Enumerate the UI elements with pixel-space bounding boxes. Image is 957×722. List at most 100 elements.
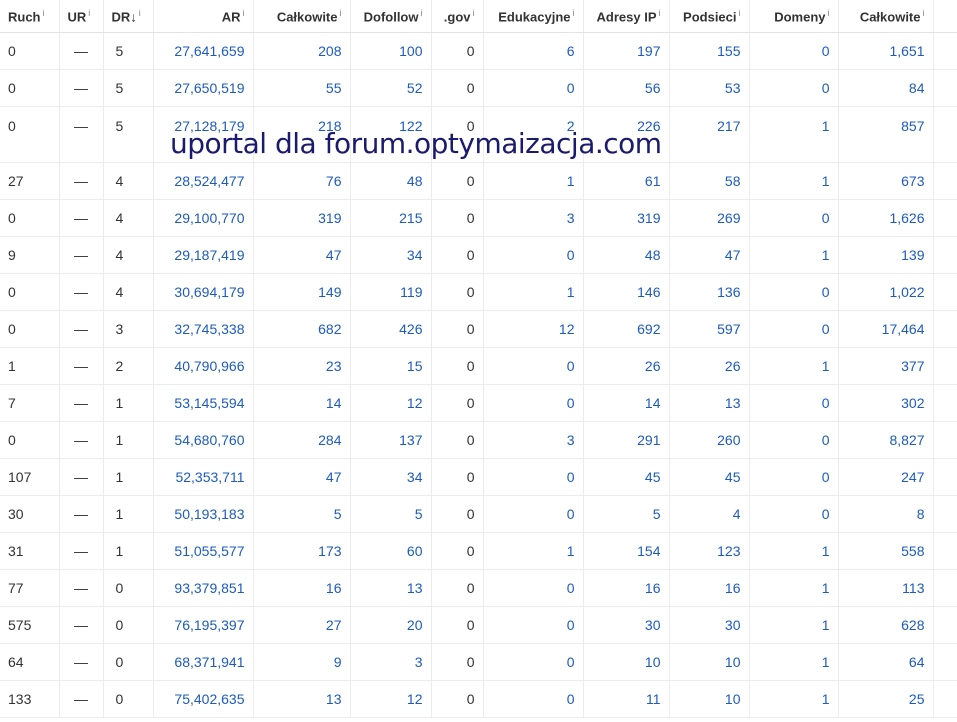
cell-calkowite[interactable]: 47 xyxy=(253,458,351,496)
info-icon[interactable]: i xyxy=(139,8,141,18)
cell-podsieci[interactable]: 10 xyxy=(669,643,750,681)
cell-dofollow[interactable]: 52 xyxy=(350,69,432,107)
cell-adresy-ip[interactable]: 26 xyxy=(583,347,670,385)
cell-domeny[interactable]: 1 xyxy=(749,162,839,200)
cell-podsieci[interactable]: 45 xyxy=(669,458,750,496)
col-header-ur[interactable]: UR i xyxy=(59,0,104,33)
cell-calkowite-2[interactable]: 113 xyxy=(838,569,934,607)
info-icon[interactable]: i xyxy=(739,8,741,18)
cell-adresy-ip[interactable]: 16 xyxy=(583,569,670,607)
cell-dofollow[interactable]: 34 xyxy=(350,236,432,274)
cell-podsieci[interactable]: 217 xyxy=(669,106,750,163)
cell-edukacyjne[interactable]: 0 xyxy=(483,458,584,496)
cell-calkowite[interactable]: 76 xyxy=(253,162,351,200)
cell-domeny[interactable]: 0 xyxy=(749,199,839,237)
cell-adresy-ip[interactable]: 319 xyxy=(583,199,670,237)
cell-calkowite-2[interactable]: 84 xyxy=(838,69,934,107)
cell-calkowite[interactable]: 319 xyxy=(253,199,351,237)
col-header-domeny[interactable]: Domeny i xyxy=(749,0,839,33)
cell-edukacyjne[interactable]: 0 xyxy=(483,495,584,533)
cell-edukacyjne[interactable]: 0 xyxy=(483,569,584,607)
cell-adresy-ip[interactable]: 197 xyxy=(583,32,670,70)
cell-adresy-ip[interactable]: 56 xyxy=(583,69,670,107)
col-header-edukacyjne[interactable]: Edukacyjne i xyxy=(483,0,584,33)
cell-dofollow[interactable]: 13 xyxy=(350,569,432,607)
cell-dofollow[interactable]: 3 xyxy=(350,643,432,681)
cell-adresy-ip[interactable]: 692 xyxy=(583,310,670,348)
cell-dofollow[interactable]: 12 xyxy=(350,680,432,718)
cell-calkowite-2[interactable]: 628 xyxy=(838,606,934,644)
cell-calkowite-2[interactable]: 8,827 xyxy=(838,421,934,459)
col-header-calkowite-2[interactable]: Całkowite i xyxy=(838,0,934,33)
cell-edukacyjne[interactable]: 0 xyxy=(483,606,584,644)
cell-edukacyjne[interactable]: 3 xyxy=(483,421,584,459)
cell-calkowite[interactable]: 27 xyxy=(253,606,351,644)
cell-adresy-ip[interactable]: 154 xyxy=(583,532,670,570)
cell-dofollow[interactable]: 426 xyxy=(350,310,432,348)
cell-edukacyjne[interactable]: 0 xyxy=(483,680,584,718)
cell-podsieci[interactable]: 53 xyxy=(669,69,750,107)
cell-calkowite[interactable]: 23 xyxy=(253,347,351,385)
cell-edukacyjne[interactable]: 0 xyxy=(483,643,584,681)
cell-podsieci[interactable]: 16 xyxy=(669,569,750,607)
cell-calkowite-2[interactable]: 17,464 xyxy=(838,310,934,348)
col-header-ruch[interactable]: Ruch i xyxy=(0,0,60,33)
cell-adresy-ip[interactable]: 45 xyxy=(583,458,670,496)
cell-podsieci[interactable]: 123 xyxy=(669,532,750,570)
cell-domeny[interactable]: 1 xyxy=(749,569,839,607)
cell-podsieci[interactable]: 155 xyxy=(669,32,750,70)
cell-dofollow[interactable]: 215 xyxy=(350,199,432,237)
cell-calkowite[interactable]: 55 xyxy=(253,69,351,107)
cell-podsieci[interactable]: 597 xyxy=(669,310,750,348)
cell-calkowite-2[interactable]: 302 xyxy=(838,384,934,422)
cell-dofollow[interactable]: 48 xyxy=(350,162,432,200)
cell-domeny[interactable]: 1 xyxy=(749,680,839,718)
cell-dofollow[interactable]: 5 xyxy=(350,495,432,533)
cell-domeny[interactable]: 1 xyxy=(749,532,839,570)
cell-edukacyjne[interactable]: 0 xyxy=(483,347,584,385)
cell-dofollow[interactable]: 100 xyxy=(350,32,432,70)
col-header-adresy-ip[interactable]: Adresy IP i xyxy=(583,0,670,33)
col-header-calkowite[interactable]: Całkowite i xyxy=(253,0,351,33)
cell-podsieci[interactable]: 10 xyxy=(669,680,750,718)
cell-adresy-ip[interactable]: 30 xyxy=(583,606,670,644)
cell-adresy-ip[interactable]: 5 xyxy=(583,495,670,533)
cell-domeny[interactable]: 0 xyxy=(749,32,839,70)
col-header-dofollow[interactable]: Dofollow i xyxy=(350,0,432,33)
cell-calkowite[interactable]: 16 xyxy=(253,569,351,607)
cell-dofollow[interactable]: 15 xyxy=(350,347,432,385)
info-icon[interactable]: i xyxy=(828,8,830,18)
cell-dofollow[interactable]: 119 xyxy=(350,273,432,311)
cell-dofollow[interactable]: 12 xyxy=(350,384,432,422)
cell-calkowite-2[interactable]: 558 xyxy=(838,532,934,570)
cell-domeny[interactable]: 1 xyxy=(749,236,839,274)
cell-calkowite[interactable]: 13 xyxy=(253,680,351,718)
cell-edukacyjne[interactable]: 0 xyxy=(483,236,584,274)
cell-calkowite-2[interactable]: 673 xyxy=(838,162,934,200)
info-icon[interactable]: i xyxy=(573,8,575,18)
cell-calkowite[interactable]: 284 xyxy=(253,421,351,459)
cell-domeny[interactable]: 0 xyxy=(749,69,839,107)
cell-domeny[interactable]: 0 xyxy=(749,421,839,459)
cell-edukacyjne[interactable]: 1 xyxy=(483,532,584,570)
cell-calkowite[interactable]: 208 xyxy=(253,32,351,70)
cell-adresy-ip[interactable]: 48 xyxy=(583,236,670,274)
cell-calkowite[interactable]: 5 xyxy=(253,495,351,533)
info-icon[interactable]: i xyxy=(43,8,45,18)
cell-domeny[interactable]: 1 xyxy=(749,643,839,681)
info-icon[interactable]: i xyxy=(923,8,925,18)
cell-calkowite-2[interactable]: 247 xyxy=(838,458,934,496)
cell-domeny[interactable]: 1 xyxy=(749,106,839,163)
cell-podsieci[interactable]: 260 xyxy=(669,421,750,459)
cell-dofollow[interactable]: 20 xyxy=(350,606,432,644)
cell-adresy-ip[interactable]: 11 xyxy=(583,680,670,718)
cell-calkowite[interactable]: 47 xyxy=(253,236,351,274)
cell-calkowite[interactable]: 149 xyxy=(253,273,351,311)
cell-calkowite-2[interactable]: 139 xyxy=(838,236,934,274)
cell-calkowite[interactable]: 682 xyxy=(253,310,351,348)
cell-podsieci[interactable]: 136 xyxy=(669,273,750,311)
cell-podsieci[interactable]: 269 xyxy=(669,199,750,237)
cell-calkowite[interactable]: 173 xyxy=(253,532,351,570)
cell-calkowite-2[interactable]: 25 xyxy=(838,680,934,718)
cell-edukacyjne[interactable]: 0 xyxy=(483,69,584,107)
